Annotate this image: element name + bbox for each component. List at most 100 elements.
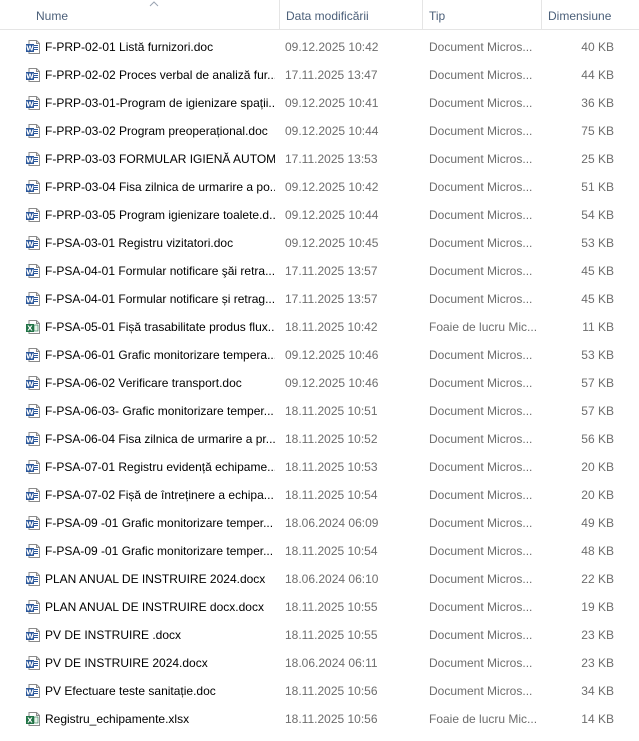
file-row[interactable]: W F-PRP-03-04 Fisa zilnica de urmarire a… bbox=[0, 173, 639, 201]
word-doc-icon: W bbox=[25, 67, 41, 83]
file-row[interactable]: W F-PSA-06-03- Grafic monitorizare tempe… bbox=[0, 397, 639, 425]
column-header-size[interactable]: Dimensiune bbox=[541, 0, 621, 30]
file-row[interactable]: W PV DE INSTRUIRE .docx 18.11.2025 10:55 D… bbox=[0, 621, 639, 649]
file-size: 54 KB bbox=[581, 208, 614, 222]
svg-text:W: W bbox=[26, 521, 34, 529]
file-row[interactable]: W PLAN ANUAL DE INSTRUIRE docx.docx 18.11… bbox=[0, 593, 639, 621]
file-row[interactable]: W F-PSA-07-02 Fișă de întreținere a echi… bbox=[0, 481, 639, 509]
svg-text:W: W bbox=[26, 493, 34, 501]
word-doc-icon: W bbox=[25, 347, 41, 363]
svg-text:W: W bbox=[26, 297, 34, 305]
file-row[interactable]: W PV Efectuare teste sanitație.doc 18.11.… bbox=[0, 677, 639, 705]
svg-text:W: W bbox=[26, 661, 34, 669]
file-row[interactable]: W F-PSA-04-01 Formular notificare și ret… bbox=[0, 285, 639, 313]
file-size: 36 KB bbox=[581, 96, 614, 110]
file-name: F-PSA-06-01 Grafic monitorizare tempera.… bbox=[45, 348, 275, 362]
file-row[interactable]: W PLAN ANUAL DE INSTRUIRE 2024.docx 18.06… bbox=[0, 565, 639, 593]
file-row[interactable]: W F-PRP-03-01-Program de igienizare spaț… bbox=[0, 89, 639, 117]
column-header-type[interactable]: Tip bbox=[422, 0, 540, 30]
svg-text:X: X bbox=[27, 717, 33, 725]
file-size: 53 KB bbox=[581, 348, 614, 362]
file-size: 51 KB bbox=[581, 180, 614, 194]
file-type: Document Micros... bbox=[429, 208, 533, 222]
svg-text:W: W bbox=[26, 353, 34, 361]
file-row[interactable]: W F-PRP-03-05 Program igienizare toalete… bbox=[0, 201, 639, 229]
file-name: F-PSA-09 -01 Grafic monitorizare temper.… bbox=[45, 516, 274, 530]
file-size: 20 KB bbox=[581, 460, 614, 474]
svg-text:W: W bbox=[26, 185, 34, 193]
column-header-date[interactable]: Data modificării bbox=[279, 0, 421, 30]
file-date-modified: 09.12.2025 10:46 bbox=[285, 348, 379, 362]
svg-text:W: W bbox=[26, 633, 34, 641]
file-row[interactable]: W F-PRP-02-02 Proces verbal de analiză f… bbox=[0, 61, 639, 89]
file-row[interactable]: W F-PSA-03-01 Registru vizitatori.doc 09.… bbox=[0, 229, 639, 257]
file-row[interactable]: W F-PSA-06-04 Fisa zilnica de urmarire a… bbox=[0, 425, 639, 453]
file-date-modified: 18.11.2025 10:56 bbox=[285, 684, 378, 698]
file-row[interactable]: W F-PSA-09 -01 Grafic monitorizare tempe… bbox=[0, 509, 639, 537]
file-size: 34 KB bbox=[581, 684, 614, 698]
file-type: Document Micros... bbox=[429, 40, 533, 54]
file-date-modified: 17.11.2025 13:53 bbox=[285, 152, 378, 166]
file-row[interactable]: W F-PSA-06-01 Grafic monitorizare temper… bbox=[0, 341, 639, 369]
file-type: Document Micros... bbox=[429, 684, 533, 698]
svg-text:W: W bbox=[26, 101, 34, 109]
file-date-modified: 18.11.2025 10:55 bbox=[285, 600, 378, 614]
column-header-name[interactable]: Nume bbox=[30, 0, 278, 30]
file-row[interactable]: W F-PSA-06-02 Verificare transport.doc 09… bbox=[0, 369, 639, 397]
file-row[interactable]: W F-PRP-02-01 Listă furnizori.doc 09.12.2… bbox=[0, 33, 639, 61]
file-row[interactable]: W F-PSA-04-01 Formular notificare şăi re… bbox=[0, 257, 639, 285]
file-name: F-PSA-06-03- Grafic monitorizare temper.… bbox=[45, 404, 274, 418]
file-size: 11 KB bbox=[582, 320, 614, 334]
file-date-modified: 18.11.2025 10:51 bbox=[285, 404, 378, 418]
file-size: 20 KB bbox=[581, 488, 614, 502]
file-name: PLAN ANUAL DE INSTRUIRE docx.docx bbox=[45, 600, 264, 614]
file-type: Document Micros... bbox=[429, 348, 533, 362]
file-date-modified: 18.11.2025 10:56 bbox=[285, 712, 378, 726]
svg-text:W: W bbox=[26, 549, 34, 557]
file-name: F-PRP-03-02 Program preoperațional.doc bbox=[45, 124, 268, 138]
file-type: Foaie de lucru Mic... bbox=[429, 712, 537, 726]
file-row[interactable]: X F-PSA-05-01 Fișă trasabilitate produs … bbox=[0, 313, 639, 341]
svg-text:W: W bbox=[26, 381, 34, 389]
svg-text:W: W bbox=[26, 409, 34, 417]
file-type: Document Micros... bbox=[429, 572, 533, 586]
file-row[interactable]: W PV DE INSTRUIRE 2024.docx 18.06.2024 06… bbox=[0, 649, 639, 677]
svg-text:W: W bbox=[26, 577, 34, 585]
file-date-modified: 18.11.2025 10:54 bbox=[285, 488, 378, 502]
file-size: 57 KB bbox=[581, 376, 614, 390]
file-type: Document Micros... bbox=[429, 404, 533, 418]
file-size: 19 KB bbox=[581, 600, 614, 614]
file-date-modified: 09.12.2025 10:41 bbox=[285, 96, 379, 110]
file-name: F-PSA-06-04 Fisa zilnica de urmarire a p… bbox=[45, 432, 275, 446]
file-row[interactable]: W F-PSA-07-01 Registru evidență echipame… bbox=[0, 453, 639, 481]
file-name: PV DE INSTRUIRE .docx bbox=[45, 628, 182, 642]
file-row[interactable]: W F-PSA-09 -01 Grafic monitorizare tempe… bbox=[0, 537, 639, 565]
file-type: Document Micros... bbox=[429, 460, 533, 474]
svg-text:W: W bbox=[26, 213, 34, 221]
file-date-modified: 09.12.2025 10:42 bbox=[285, 180, 379, 194]
file-type: Document Micros... bbox=[429, 488, 533, 502]
svg-text:W: W bbox=[26, 45, 34, 53]
file-row[interactable]: W F-PRP-03-02 Program preoperațional.doc… bbox=[0, 117, 639, 145]
word-doc-icon: W bbox=[25, 683, 41, 699]
word-doc-icon: W bbox=[25, 39, 41, 55]
file-row[interactable]: X Registru_echipamente.xlsx 18.11.2025 10… bbox=[0, 705, 639, 733]
file-name: PV Efectuare teste sanitație.doc bbox=[45, 684, 216, 698]
file-date-modified: 18.11.2025 10:54 bbox=[285, 544, 378, 558]
file-date-modified: 18.11.2025 10:52 bbox=[285, 432, 378, 446]
file-name: F-PRP-03-05 Program igienizare toalete.d… bbox=[45, 208, 275, 222]
file-type: Document Micros... bbox=[429, 292, 533, 306]
file-type: Document Micros... bbox=[429, 600, 533, 614]
file-name: PLAN ANUAL DE INSTRUIRE 2024.docx bbox=[45, 572, 266, 586]
word-doc-icon: W bbox=[25, 431, 41, 447]
file-date-modified: 17.11.2025 13:47 bbox=[285, 68, 378, 82]
file-size: 56 KB bbox=[581, 432, 614, 446]
file-name: F-PSA-06-02 Verificare transport.doc bbox=[45, 376, 242, 390]
file-row[interactable]: W F-PRP-03-03 FORMULAR IGIENĂ AUTOM... 17… bbox=[0, 145, 639, 173]
svg-text:W: W bbox=[26, 129, 34, 137]
file-size: 23 KB bbox=[581, 628, 614, 642]
file-size: 57 KB bbox=[581, 404, 614, 418]
word-doc-icon: W bbox=[25, 375, 41, 391]
file-type: Foaie de lucru Mic... bbox=[429, 320, 537, 334]
file-list: W F-PRP-02-01 Listă furnizori.doc 09.12.2… bbox=[0, 33, 639, 733]
